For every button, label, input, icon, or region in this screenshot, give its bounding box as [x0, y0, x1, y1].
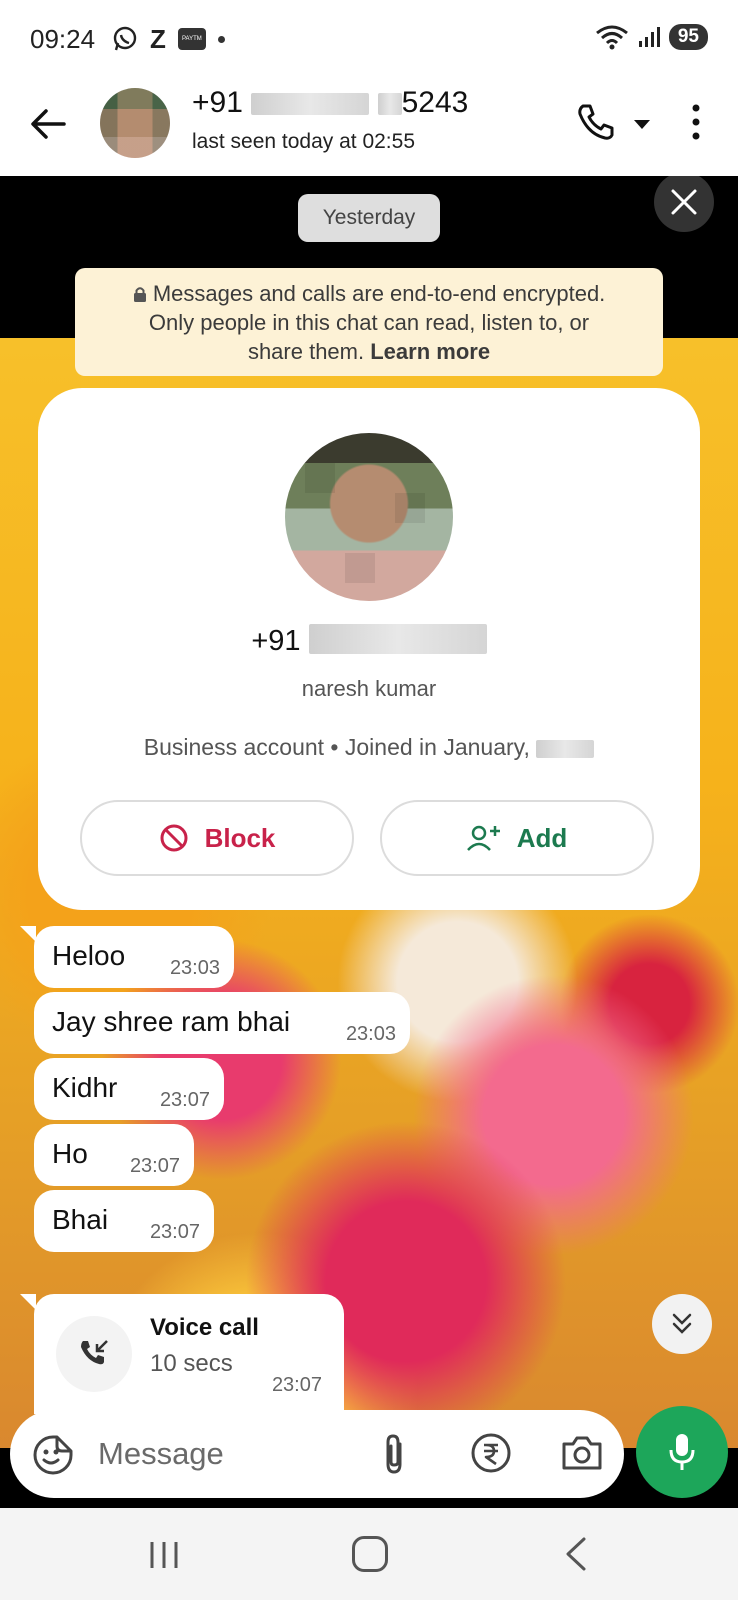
close-button[interactable] [654, 176, 714, 232]
attach-icon[interactable] [376, 1432, 412, 1476]
message-time: 23:03 [345, 1023, 396, 1045]
close-icon [671, 189, 697, 215]
double-chevron-down-icon [672, 1313, 692, 1334]
redacted-number [251, 93, 370, 116]
card-business-info: Business account • Joined in January, [38, 734, 700, 761]
missed-call-icon-wrap [56, 1316, 132, 1392]
date-chip: Yesterday [298, 194, 440, 242]
signal-icon [638, 27, 660, 47]
back-nav-icon[interactable] [560, 1536, 590, 1572]
message-text: Bhai [52, 1204, 109, 1235]
contact-name-suffix: 5243 [401, 86, 469, 119]
message-text: Jay shree ram bhai [52, 1006, 291, 1037]
encryption-text-line2: Only people in this chat can read, liste… [148, 310, 590, 335]
contact-info-card: +91 naresh kumar Business account • Join… [38, 388, 700, 910]
block-icon [160, 824, 188, 852]
add-person-icon [466, 825, 500, 851]
status-bar: 09:24 Z PAYTM 95 [0, 0, 738, 78]
status-system-icons: 95 [595, 24, 708, 50]
message-bubble[interactable]: Heloo 23:03 [20, 926, 234, 988]
scroll-to-bottom-button[interactable] [652, 1294, 712, 1354]
encryption-notice[interactable]: Messages and calls are end-to-end encryp… [75, 268, 663, 376]
incoming-call-icon [81, 1340, 108, 1365]
learn-more-link[interactable]: Learn more [370, 339, 490, 364]
redacted-number [377, 93, 402, 116]
voice-call-icon[interactable] [574, 100, 618, 144]
message-text: Kidhr [52, 1072, 118, 1103]
contact-avatar[interactable] [100, 88, 170, 158]
message-time: 23:07 [149, 1221, 200, 1243]
message-time: 23:07 [159, 1089, 210, 1111]
recent-apps-icon[interactable] [146, 1540, 182, 1570]
sticker-icon[interactable] [32, 1434, 74, 1476]
business-info-text: Business account • Joined in January, [143, 734, 530, 760]
encryption-text-line1: Messages and calls are end-to-end encryp… [152, 281, 606, 306]
contact-name[interactable]: +91 5243 [192, 86, 468, 120]
message-time: 23:07 [129, 1155, 180, 1177]
redacted-number [308, 624, 487, 654]
voice-call-duration: 10 secs [150, 1350, 233, 1377]
camera-icon[interactable] [560, 1432, 604, 1474]
message-time: 23:03 [169, 957, 220, 979]
card-phone-prefix: +91 [251, 625, 301, 657]
notification-dot [217, 35, 225, 43]
whatsapp-icon [113, 26, 137, 51]
chat-area[interactable]: Yesterday Messages and calls are end-to-… [0, 176, 738, 1508]
microphone-icon [669, 1434, 695, 1470]
status-notification-icons: Z PAYTM [112, 24, 225, 54]
message-bubble[interactable]: Kidhr 23:07 [34, 1058, 224, 1120]
paytm-icon: PAYTM [177, 28, 206, 50]
message-text: Heloo [52, 940, 126, 971]
battery-level: 95 [668, 24, 708, 50]
add-contact-button[interactable]: Add [380, 800, 654, 876]
message-text: Ho [52, 1138, 88, 1169]
system-nav-bar [0, 1508, 738, 1600]
add-button-label: Add [516, 822, 568, 853]
block-button-label: Block [204, 822, 276, 853]
voice-message-button[interactable] [636, 1406, 728, 1498]
message-bubble[interactable]: Jay shree ram bhai 23:03 [34, 992, 410, 1054]
more-options-icon[interactable] [684, 100, 708, 144]
home-button-icon[interactable] [352, 1536, 388, 1572]
message-bubble[interactable]: Ho 23:07 [34, 1124, 194, 1186]
block-button[interactable]: Block [80, 800, 354, 876]
card-phone-number: +91 [38, 624, 700, 658]
back-arrow-icon[interactable] [26, 102, 70, 146]
last-seen-status: last seen today at 02:55 [192, 130, 415, 153]
rupee-payment-icon[interactable] [470, 1432, 512, 1474]
card-contact-avatar[interactable] [285, 433, 453, 601]
call-dropdown-icon[interactable] [630, 112, 654, 136]
message-composer [10, 1410, 624, 1498]
chat-header: +91 5243 last seen today at 02:55 [0, 78, 738, 176]
card-contact-name: naresh kumar [301, 676, 437, 701]
contact-name-prefix: +91 [192, 86, 243, 119]
encryption-text-line3: share them. [247, 339, 365, 364]
wifi-icon [595, 25, 628, 50]
z-icon: Z [150, 23, 166, 54]
status-time: 09:24 [30, 24, 96, 54]
voice-call-time: 23:07 [271, 1374, 322, 1396]
message-input[interactable] [98, 1428, 338, 1480]
redacted-year [536, 739, 595, 758]
voice-call-message[interactable]: Voice call 10 secs 23:07 [20, 1294, 344, 1414]
lock-icon [133, 287, 146, 302]
voice-call-title: Voice call [150, 1314, 259, 1341]
message-bubble[interactable]: Bhai 23:07 [34, 1190, 214, 1252]
